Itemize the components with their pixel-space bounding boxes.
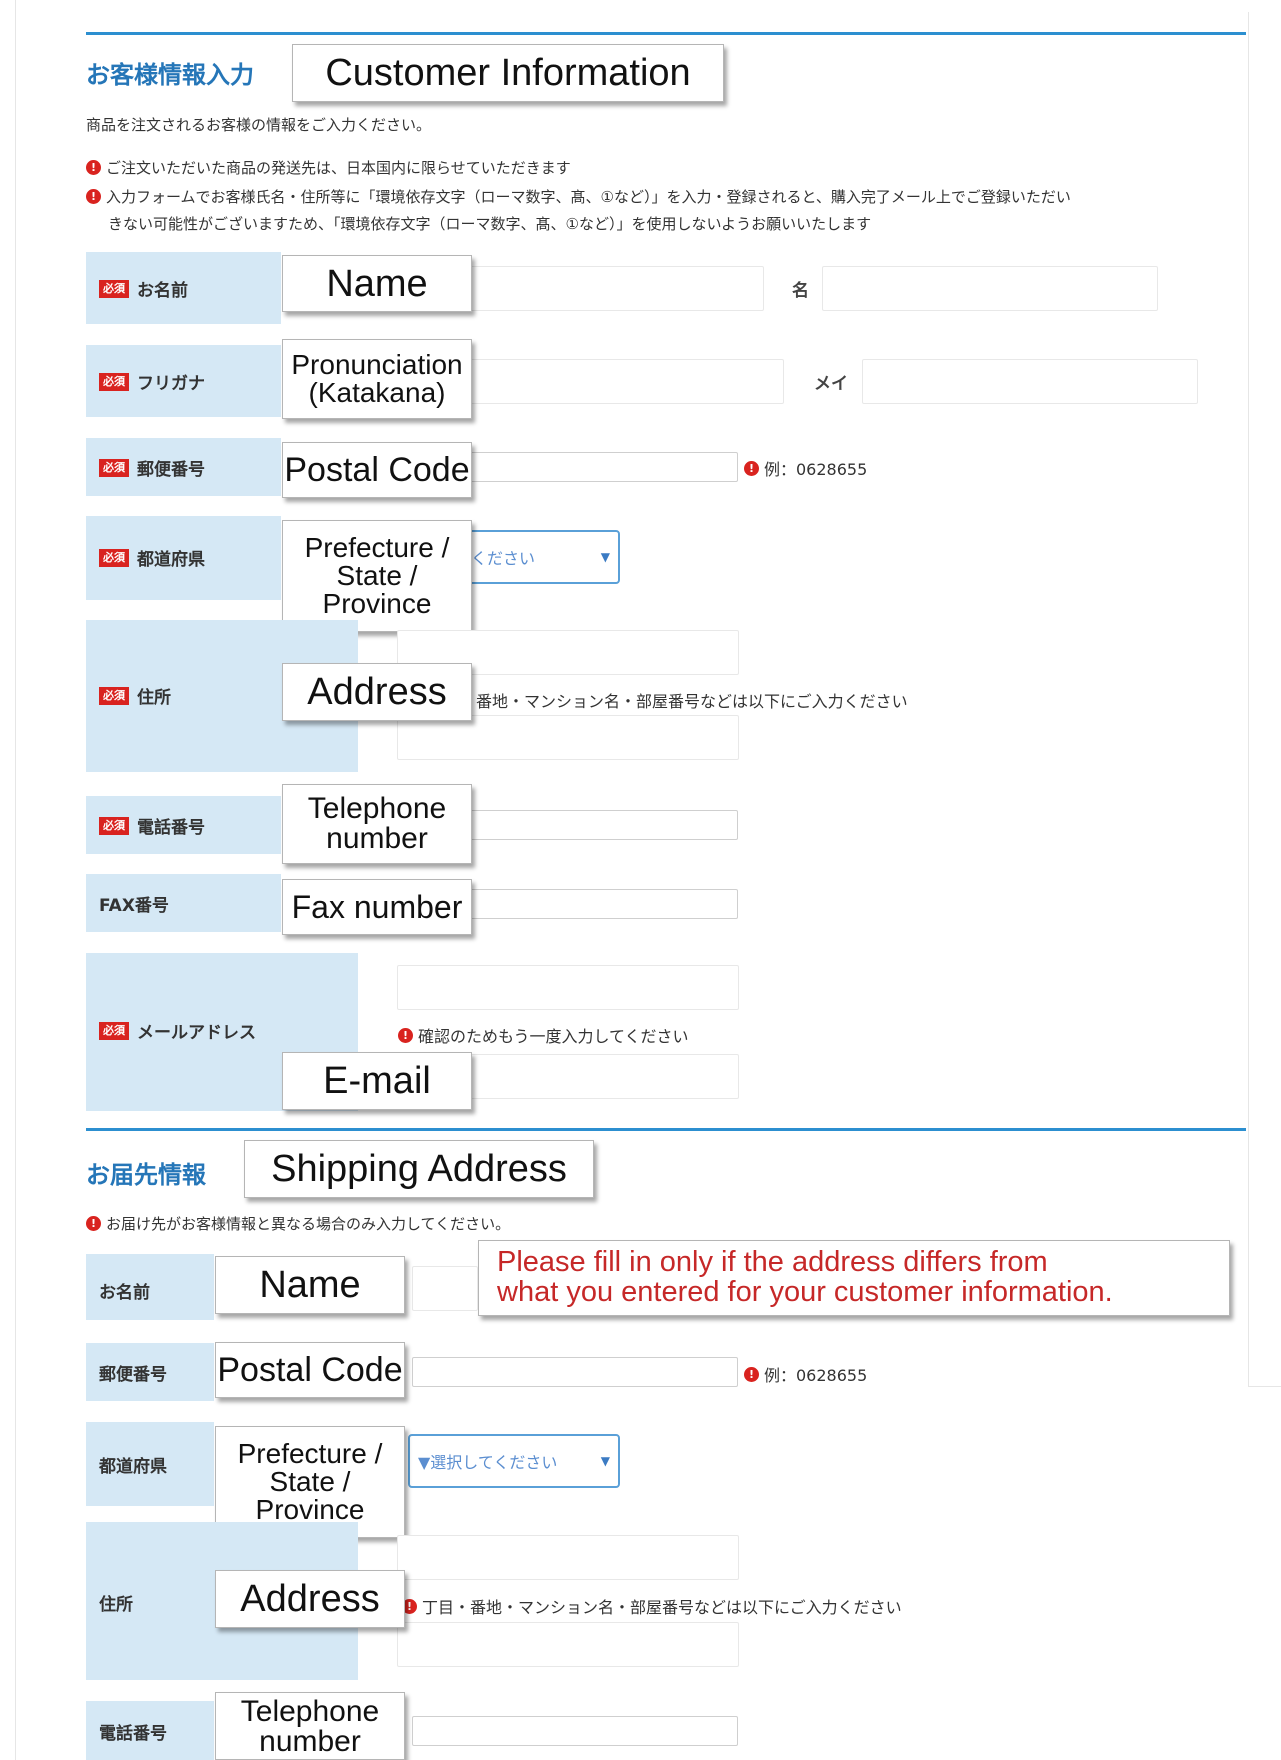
customer-section-line xyxy=(86,32,1246,35)
exclamation-circle-icon: ! xyxy=(86,189,101,204)
required-badge: 必須 xyxy=(99,372,129,391)
ship-phone-label: 電話番号 xyxy=(99,1724,167,1744)
ship-phone-input[interactable] xyxy=(412,1716,738,1746)
ship-postal-label: 郵便番号 xyxy=(99,1365,167,1385)
ship-prefecture-label: 都道府県 xyxy=(99,1457,167,1477)
kana-callout: Pronunciation (Katakana) xyxy=(282,339,472,419)
shipping-note-en: Please fill in only if the address diffe… xyxy=(478,1240,1230,1316)
required-badge: 必須 xyxy=(99,1021,129,1040)
postal-hint: ! 例：0628655 xyxy=(744,456,867,480)
triangle-down-icon: ▼ xyxy=(600,550,610,564)
ship-postal-hint: ! 例：0628655 xyxy=(744,1362,867,1386)
customer-intro: 商品を注文されるお客様の情報をご入力ください。 xyxy=(86,116,432,134)
customer-note-3: きない可能性がございますため、「環境依存文字（ローマ数字、髙、①など）」を使用し… xyxy=(108,215,872,233)
phone-callout: Telephone number xyxy=(282,784,472,864)
email-label: 必須 メールアドレス xyxy=(99,1018,256,1043)
kana-first-label: メイ xyxy=(814,374,848,394)
kana-first-input[interactable] xyxy=(862,359,1198,404)
phone-label: 必須 電話番号 xyxy=(99,813,205,838)
ship-address-callout: Address xyxy=(215,1570,405,1628)
name-label: 必須 お名前 xyxy=(99,276,188,301)
email-callout: E-mail xyxy=(282,1052,472,1110)
kana-label: 必須 フリガナ xyxy=(99,369,205,394)
ship-name-input[interactable] xyxy=(412,1266,478,1311)
address-label: 必須 住所 xyxy=(99,683,171,708)
ship-address-hint: ! 丁目・番地・マンション名・部屋番号などは以下にご入力ください xyxy=(402,1594,902,1618)
ship-postal-callout: Postal Code xyxy=(215,1342,405,1398)
ship-address-line1-input[interactable] xyxy=(397,1535,739,1580)
prefecture-label: 必須 都道府県 xyxy=(99,545,205,570)
email-hint: ! 確認のためもう一度入力してください xyxy=(398,1023,689,1047)
first-name-label: 名 xyxy=(792,281,809,301)
address-callout: Address xyxy=(282,663,472,721)
customer-section-title-en: Customer Information xyxy=(292,44,724,102)
prefecture-callout: Prefecture / State / Province xyxy=(282,520,472,632)
fax-label: FAX番号 xyxy=(99,896,169,916)
postal-label: 必須 郵便番号 xyxy=(99,455,205,480)
ship-address-label: 住所 xyxy=(99,1595,133,1615)
ship-name-label: お名前 xyxy=(99,1283,150,1303)
name-callout: Name xyxy=(282,255,472,312)
ship-name-callout: Name xyxy=(215,1256,405,1314)
ship-postal-input[interactable] xyxy=(412,1357,738,1387)
triangle-down-icon: ▼ xyxy=(600,1454,610,1468)
shipping-section-title-en: Shipping Address xyxy=(244,1140,594,1198)
exclamation-circle-icon: ! xyxy=(86,1216,101,1231)
shipping-section-line xyxy=(86,1128,1246,1131)
exclamation-circle-icon: ! xyxy=(744,460,759,476)
ship-prefecture-select[interactable]: ▼選択してください ▼ xyxy=(408,1434,620,1488)
customer-note-2: ! 入力フォームでお客様氏名・住所等に「環境依存文字（ローマ数字、髙、①など）」… xyxy=(86,186,1246,207)
customer-section-title: お客様情報入力 xyxy=(86,61,254,89)
fax-callout: Fax number xyxy=(282,879,472,935)
shipping-note: ! お届け先がお客様情報と異なる場合のみ入力してください。 xyxy=(86,1213,510,1234)
exclamation-circle-icon: ! xyxy=(744,1366,759,1382)
ship-address-line2-input[interactable] xyxy=(397,1622,739,1667)
right-rule-foot xyxy=(1248,1386,1281,1387)
postal-callout: Postal Code xyxy=(282,442,472,498)
right-rule xyxy=(1248,12,1249,1387)
first-name-input[interactable] xyxy=(822,266,1158,311)
page-edge xyxy=(15,0,16,1760)
address-hint: 番地・マンション名・部屋番号などは以下にご入力ください xyxy=(476,692,908,711)
exclamation-circle-icon: ! xyxy=(398,1027,413,1043)
shipping-section-title: お届先情報 xyxy=(86,1161,206,1189)
required-badge: 必須 xyxy=(99,279,129,298)
exclamation-circle-icon: ! xyxy=(86,160,101,175)
required-badge: 必須 xyxy=(99,686,129,705)
customer-note-1: ! ご注文いただいた商品の発送先は、日本国内に限らせていただきます xyxy=(86,157,571,178)
required-badge: 必須 xyxy=(99,548,129,567)
address-line2-input[interactable] xyxy=(397,715,739,760)
required-badge: 必須 xyxy=(99,458,129,477)
required-badge: 必須 xyxy=(99,816,129,835)
ship-phone-callout: Telephone number xyxy=(215,1692,405,1760)
email-input[interactable] xyxy=(397,965,739,1010)
